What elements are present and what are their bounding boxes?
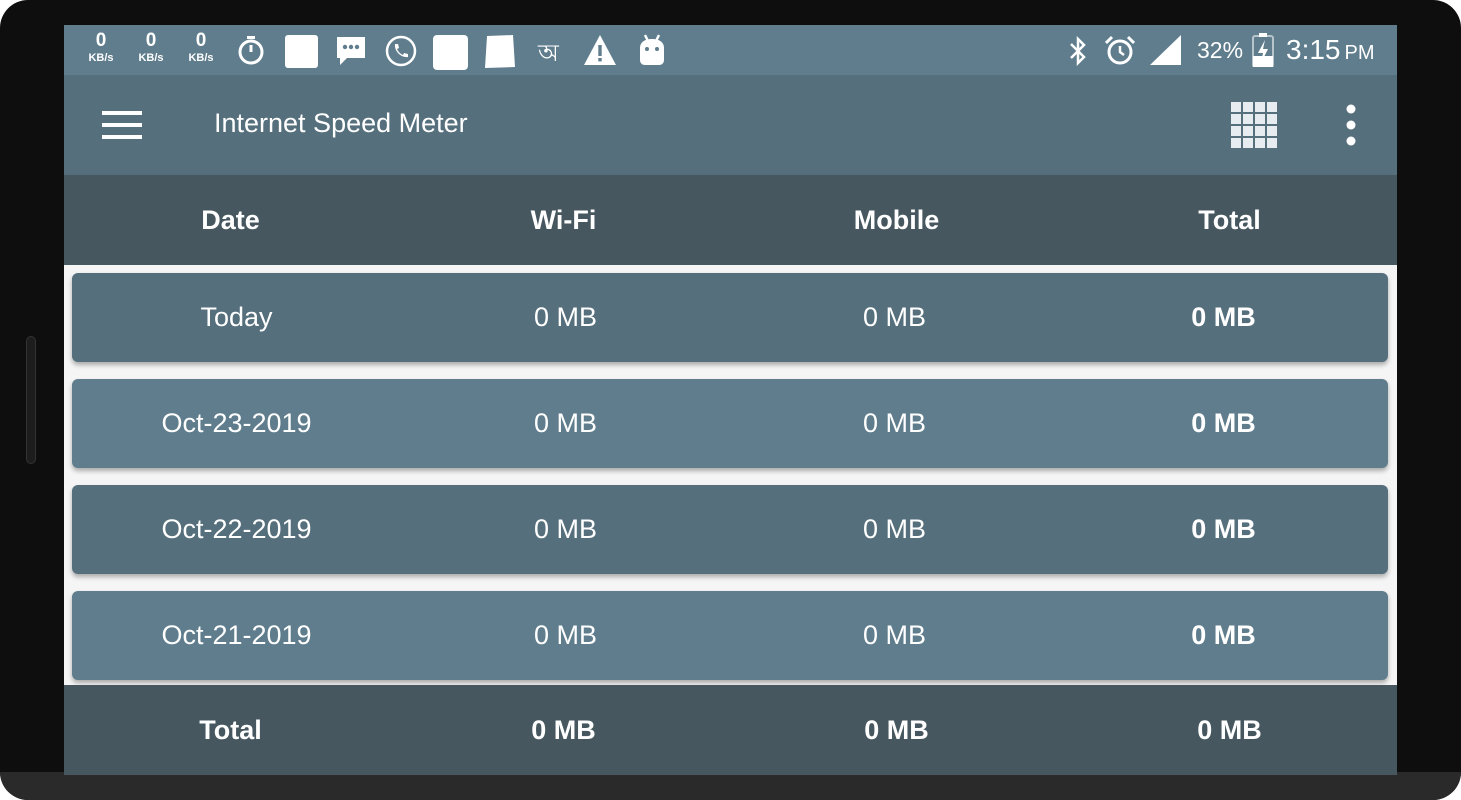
- table-row[interactable]: Oct-22-2019 0 MB 0 MB 0 MB: [72, 485, 1388, 574]
- status-bar: 0 KB/s 0 KB/s 0 KB/s অ 32% 3:15 PM: [64, 25, 1397, 75]
- clock-time: 3:15: [1286, 34, 1341, 65]
- row-date: Oct-21-2019: [161, 620, 312, 650]
- device-side-button: [26, 336, 36, 464]
- row-total-usage: 0 MB: [1191, 408, 1256, 438]
- footer-wifi-total: 0 MB: [531, 714, 596, 745]
- row-date: Today: [200, 302, 273, 332]
- column-header-wifi: Wi-Fi: [530, 204, 597, 235]
- speed-unit: KB/s: [88, 52, 114, 64]
- row-date: Oct-22-2019: [161, 514, 312, 544]
- row-mobile-usage: 0 MB: [862, 408, 927, 438]
- grid-icon: [1229, 102, 1279, 154]
- speed-indicator: 0 KB/s: [131, 31, 171, 64]
- row-wifi-usage: 0 MB: [533, 408, 598, 438]
- phone-call-icon: [385, 35, 417, 67]
- footer-mobile-total: 0 MB: [864, 714, 929, 745]
- speed-indicator: 0 KB/s: [81, 31, 121, 64]
- speed-indicator: 0 KB/s: [181, 31, 221, 64]
- speed-value: 0: [95, 30, 107, 51]
- usage-list: Today 0 MB 0 MB 0 MB Oct-23-2019 0 MB 0 …: [64, 265, 1397, 685]
- stopwatch-icon: [236, 35, 266, 65]
- row-total-usage: 0 MB: [1191, 620, 1256, 650]
- device-bezel-bottom: [0, 772, 1461, 800]
- hamburger-menu-icon: [94, 111, 150, 151]
- speed-value: 0: [145, 30, 157, 51]
- alarm-icon: [1104, 35, 1136, 67]
- bengali-keyboard-indicator: অ: [538, 40, 559, 67]
- app-title: Internet Speed Meter: [214, 108, 468, 138]
- row-total-usage: 0 MB: [1191, 302, 1256, 332]
- footer-label: Total: [199, 714, 262, 745]
- table-row[interactable]: Oct-23-2019 0 MB 0 MB 0 MB: [72, 379, 1388, 468]
- speed-value: 0: [195, 30, 207, 51]
- row-mobile-usage: 0 MB: [862, 302, 927, 332]
- table-header: Date Wi-Fi Mobile Total: [64, 175, 1397, 265]
- row-mobile-usage: 0 MB: [862, 620, 927, 650]
- row-mobile-usage: 0 MB: [862, 514, 927, 544]
- app-notification-icon: [285, 35, 318, 68]
- signal-icon: [1150, 35, 1182, 65]
- battery-percentage: 32%: [1197, 37, 1244, 63]
- clock: 3:15 PM: [1286, 34, 1375, 66]
- bluetooth-icon: [1067, 36, 1089, 66]
- android-debug-icon: [637, 34, 667, 66]
- more-vert-icon: [1334, 104, 1368, 154]
- message-icon: [335, 35, 367, 67]
- grid-view-button[interactable]: [1229, 100, 1279, 150]
- screen: 0 KB/s 0 KB/s 0 KB/s অ 32% 3:15 PM Inter…: [64, 25, 1397, 775]
- table-row[interactable]: Oct-21-2019 0 MB 0 MB 0 MB: [72, 591, 1388, 680]
- row-total-usage: 0 MB: [1191, 514, 1256, 544]
- table-footer-total: Total 0 MB 0 MB 0 MB: [64, 685, 1397, 775]
- speed-unit: KB/s: [188, 52, 214, 64]
- column-header-date: Date: [201, 204, 260, 235]
- speed-unit: KB/s: [138, 52, 164, 64]
- table-row[interactable]: Today 0 MB 0 MB 0 MB: [72, 273, 1388, 362]
- row-wifi-usage: 0 MB: [533, 302, 598, 332]
- note-icon: [484, 35, 516, 68]
- footer-grand-total: 0 MB: [1197, 714, 1262, 745]
- column-header-total: Total: [1198, 204, 1261, 235]
- clock-ampm: PM: [1344, 42, 1375, 64]
- more-options-button[interactable]: [1334, 100, 1368, 150]
- row-wifi-usage: 0 MB: [533, 620, 598, 650]
- column-header-mobile: Mobile: [853, 204, 940, 235]
- warning-icon: [583, 34, 617, 66]
- app-bar: Internet Speed Meter: [64, 75, 1397, 175]
- app-notification-icon: [433, 35, 468, 70]
- device-frame: 0 KB/s 0 KB/s 0 KB/s অ 32% 3:15 PM Inter…: [0, 0, 1461, 800]
- menu-button[interactable]: [94, 103, 150, 147]
- battery-charging-icon: [1252, 33, 1274, 67]
- row-date: Oct-23-2019: [161, 408, 312, 438]
- row-wifi-usage: 0 MB: [533, 514, 598, 544]
